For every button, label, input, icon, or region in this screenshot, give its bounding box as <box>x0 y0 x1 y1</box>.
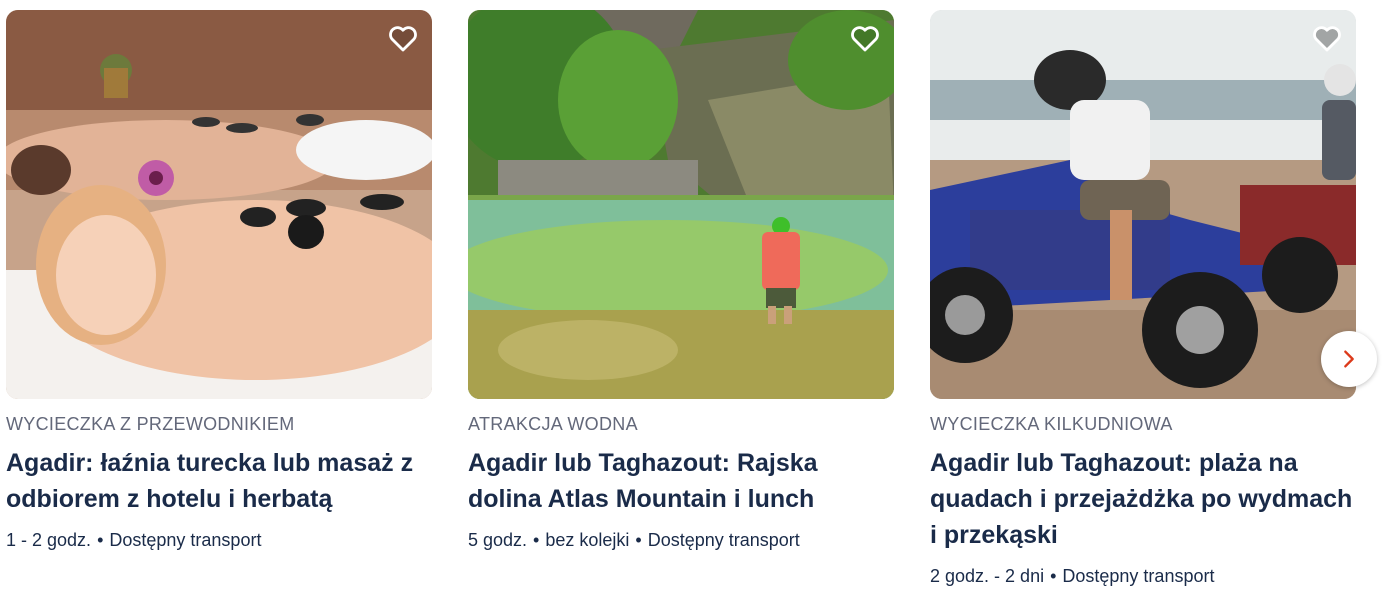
heart-outline-icon <box>851 26 879 52</box>
meta-separator: • <box>1050 566 1057 586</box>
card-image[interactable] <box>930 10 1356 399</box>
card-title[interactable]: Agadir lub Taghazout: Rajska dolina Atla… <box>468 445 894 517</box>
card-title[interactable]: Agadir: łaźnia turecka lub masaż z odbio… <box>6 445 432 517</box>
card-duration: 5 godz. <box>468 530 528 550</box>
card-feature: Dostępny transport <box>109 530 262 550</box>
activity-card[interactable]: Wycieczka z przewodnikiem Agadir: łaźnia… <box>6 10 432 551</box>
card-feature: bez kolejki <box>545 530 630 550</box>
heart-outline-icon <box>389 26 417 52</box>
card-image[interactable] <box>6 10 432 399</box>
card-category: Atrakcja wodna <box>468 414 638 434</box>
card-category: Wycieczka z przewodnikiem <box>6 414 295 434</box>
spa-massage-photo <box>6 10 432 399</box>
favorite-button[interactable] <box>846 19 884 57</box>
favorite-button[interactable] <box>1308 19 1346 57</box>
card-image[interactable] <box>468 10 894 399</box>
quad-bike-photo <box>930 10 1356 399</box>
activity-card[interactable]: Atrakcja wodna Agadir lub Taghazout: Raj… <box>468 10 894 551</box>
activity-card[interactable]: Wycieczka kilkudniowa Agadir lub Taghazo… <box>930 10 1356 587</box>
river-valley-photo <box>468 10 894 399</box>
card-title[interactable]: Agadir lub Taghazout: plaża na quadach i… <box>930 445 1356 553</box>
card-feature: Dostępny transport <box>1062 566 1215 586</box>
meta-separator: • <box>635 530 642 550</box>
card-feature: Dostępny transport <box>647 530 800 550</box>
card-duration: 1 - 2 godz. <box>6 530 92 550</box>
card-meta: 5 godz. • bez kolejki • Dostępny transport <box>468 529 894 551</box>
card-meta: 1 - 2 godz. • Dostępny transport <box>6 529 432 551</box>
card-category: Wycieczka kilkudniowa <box>930 414 1173 434</box>
card-duration: 2 godz. - 2 dni <box>930 566 1045 586</box>
favorite-button[interactable] <box>384 19 422 57</box>
meta-separator: • <box>97 530 104 550</box>
card-meta: 2 godz. - 2 dni • Dostępny transport <box>930 565 1356 587</box>
meta-separator: • <box>533 530 540 550</box>
chevron-right-icon <box>1344 350 1354 368</box>
heart-outline-icon <box>1313 26 1341 52</box>
carousel-next-button[interactable] <box>1321 331 1377 387</box>
